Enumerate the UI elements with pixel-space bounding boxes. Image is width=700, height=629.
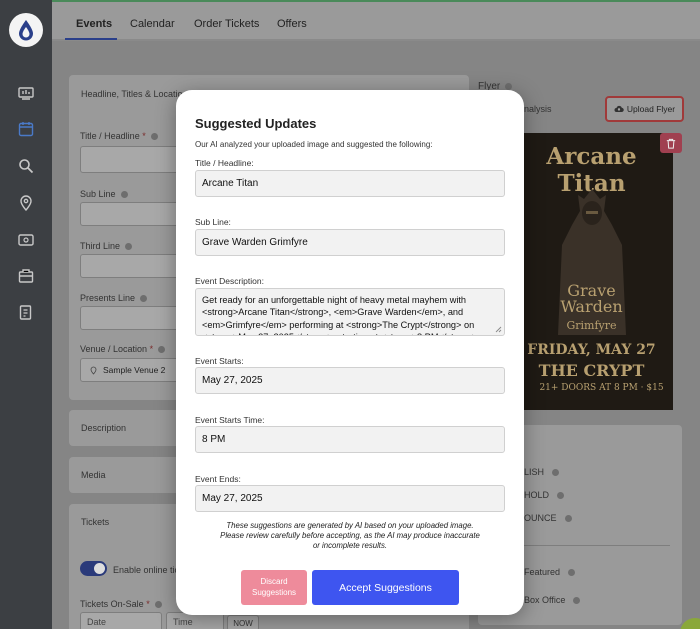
title-input[interactable]: [80, 146, 180, 173]
suggested-starts-time-input[interactable]: 8 PM: [195, 426, 505, 453]
logo-drop-icon: [19, 20, 33, 41]
modal-title: Suggested Updates: [195, 116, 317, 131]
suggested-ends-label: Event Ends:: [195, 474, 241, 484]
venue-selected-value: Sample Venue 2: [103, 365, 166, 375]
help-icon: [552, 469, 560, 477]
location-pin-icon: [90, 366, 97, 375]
presents-field-label: Presents Line: [80, 293, 148, 303]
active-tab-indicator: [65, 38, 117, 40]
help-icon: [505, 82, 513, 90]
accept-suggestions-button[interactable]: Accept Suggestions: [312, 570, 459, 605]
help-icon: [125, 243, 133, 251]
description-text: Get ready for an unforgettable night of …: [202, 295, 480, 335]
suggested-starts-label: Event Starts:: [195, 356, 244, 366]
help-icon: [564, 515, 572, 523]
sidebar: [0, 0, 52, 629]
status-option-publish[interactable]: LISH: [524, 467, 560, 477]
trash-icon: [666, 138, 676, 149]
resize-handle-icon[interactable]: [495, 326, 502, 333]
description-section-title: Description: [81, 423, 127, 433]
status-option-hold[interactable]: HOLD: [524, 490, 565, 500]
help-icon: [150, 133, 158, 141]
suggested-description-label: Event Description:: [195, 276, 264, 286]
ticket-icon[interactable]: [14, 228, 38, 252]
venue-select[interactable]: Sample Venue 2: [80, 358, 180, 382]
upload-flyer-button[interactable]: Upload Flyer: [605, 96, 684, 122]
section-title-headline: Headline, Titles & Locatio: [81, 89, 183, 99]
flyer-image: Arcane Titan Grave Warden Grimfyre FRIDA…: [510, 133, 673, 410]
onsale-date-input[interactable]: Date: [80, 612, 162, 629]
help-icon: [158, 346, 166, 354]
search-icon[interactable]: [14, 154, 38, 178]
poster-date: FRIDAY, MAY 27: [527, 342, 656, 358]
presents-input[interactable]: [80, 306, 180, 330]
delete-flyer-button[interactable]: [660, 133, 682, 153]
top-nav: Events Calendar Order Tickets Offers: [52, 0, 700, 40]
location-pin-icon[interactable]: [14, 191, 38, 215]
now-button[interactable]: NOW: [227, 615, 259, 629]
modal-intro-text: Our AI analyzed your uploaded image and …: [195, 140, 433, 149]
suggested-title-label: Title / Headline:: [195, 158, 254, 168]
suggested-subline-label: Sub Line:: [195, 217, 231, 227]
box-office-toggle-label[interactable]: Box Office: [524, 595, 581, 605]
suggested-updates-modal: Suggested Updates Our AI analyzed your u…: [176, 90, 524, 615]
ai-disclaimer: These suggestions are generated by AI ba…: [220, 521, 480, 550]
help-icon: [154, 601, 162, 609]
tab-calendar[interactable]: Calendar: [130, 18, 175, 30]
suggested-title-input[interactable]: Arcane Titan: [195, 170, 505, 197]
tab-events[interactable]: Events: [76, 18, 112, 30]
thirdline-input[interactable]: [80, 254, 180, 278]
title-field-label: Title / Headline *: [80, 131, 158, 141]
suggested-description-textarea[interactable]: Get ready for an unforgettable night of …: [195, 288, 505, 336]
suggested-subline-input[interactable]: Grave Warden Grimfyre: [195, 229, 505, 256]
analysis-label: nalysis: [524, 104, 552, 114]
poster-band-grimfyre: Grimfyre: [566, 319, 617, 332]
tab-order-tickets[interactable]: Order Tickets: [194, 18, 259, 30]
thirdline-field-label: Third Line: [80, 241, 133, 251]
status-option-announce[interactable]: OUNCE: [524, 513, 572, 523]
poster-band-warden: Warden: [560, 297, 623, 316]
media-section-title: Media: [81, 470, 106, 480]
poster-venue: THE CRYPT: [538, 361, 645, 380]
tickets-section-title: Tickets: [81, 517, 110, 527]
app-logo[interactable]: [9, 13, 43, 47]
online-tickets-label: Enable online tick: [113, 565, 184, 575]
help-icon: [120, 191, 128, 199]
help-icon: [568, 569, 576, 577]
online-tickets-toggle[interactable]: [80, 561, 107, 576]
poster-info: 21+ DOORS AT 8 PM · $15: [539, 383, 664, 393]
suggested-starts-input[interactable]: May 27, 2025: [195, 367, 505, 394]
suggested-ends-input[interactable]: May 27, 2025: [195, 485, 505, 512]
discard-suggestions-button[interactable]: Discard Suggestions: [241, 570, 307, 605]
venue-field-label: Venue / Location *: [80, 344, 166, 354]
onsale-field-label: Tickets On-Sale *: [80, 599, 162, 609]
tab-offers[interactable]: Offers: [277, 18, 307, 30]
subline-input[interactable]: [80, 202, 180, 226]
featured-toggle-label[interactable]: Featured: [524, 567, 576, 577]
dashboard-icon[interactable]: [14, 82, 38, 106]
help-icon: [140, 295, 148, 303]
help-icon: [573, 597, 581, 605]
cloud-upload-icon: [614, 105, 624, 113]
suggested-starts-time-label: Event Starts Time:: [195, 415, 265, 425]
clipboard-icon[interactable]: [14, 300, 38, 324]
calendar-icon[interactable]: [14, 117, 38, 141]
box-icon[interactable]: [14, 264, 38, 288]
subline-field-label: Sub Line: [80, 189, 128, 199]
help-icon: [557, 492, 565, 500]
